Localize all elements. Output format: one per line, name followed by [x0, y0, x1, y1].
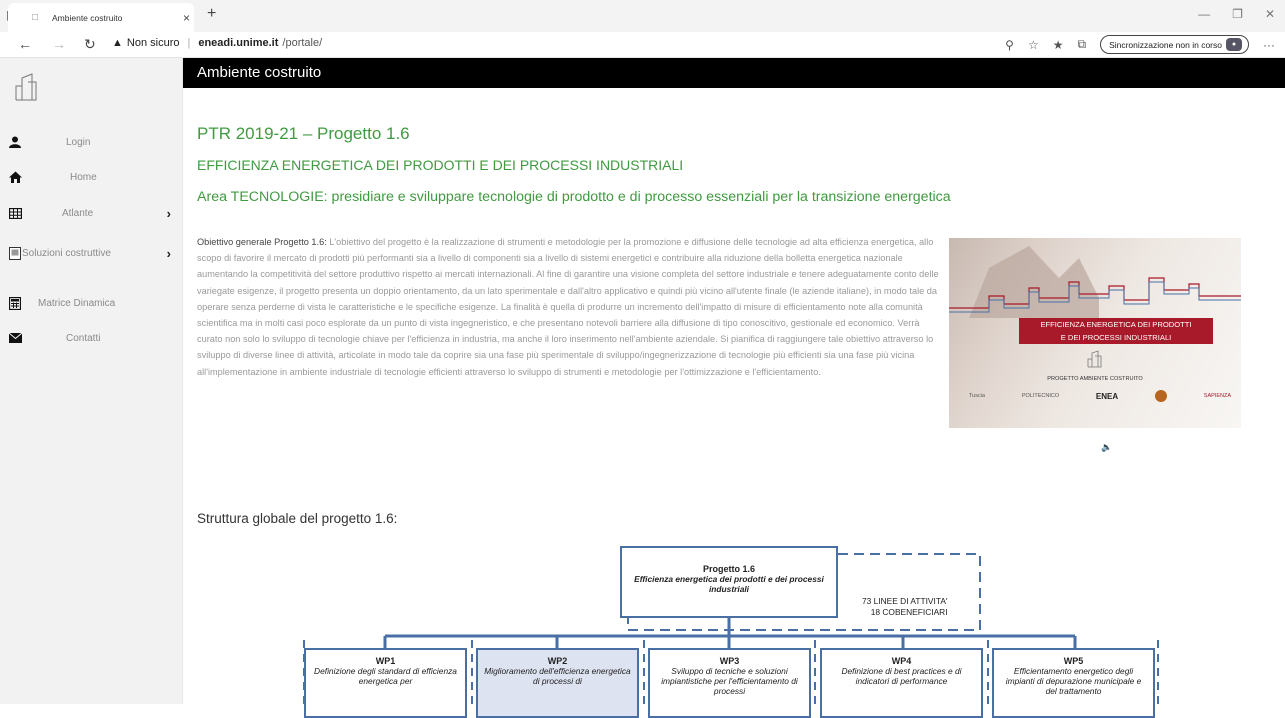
partner-logo: ENEA	[1095, 391, 1119, 401]
sidebar-item-label: Contatti	[66, 332, 101, 344]
chevron-right-icon: ›	[166, 245, 171, 261]
stats-beneficiaries: 18 COBENEFICIARI	[870, 607, 948, 617]
wp-title: WP5	[1063, 656, 1084, 666]
objective-paragraph: Obiettivo generale Progetto 1.6: L'obiet…	[197, 234, 939, 380]
wp-description: Definizione di best practices e di indic…	[841, 666, 962, 686]
url-path: /portale/	[282, 37, 323, 49]
objective-label: Obiettivo generale Progetto 1.6:	[197, 237, 327, 247]
wp-description: Efficientamento energetico degli impiant…	[1005, 666, 1142, 696]
project-image: EFFICIENZA ENERGETICA DEI PRODOTTI E DEI…	[949, 238, 1241, 428]
wp-description: Sviluppo di tecniche e soluzioni impiant…	[661, 666, 798, 696]
partner-logos: Tuscia POLITECNICO ENEA SAPIENZA	[969, 390, 1231, 402]
home-icon	[8, 170, 22, 184]
tab-close-icon[interactable]: ×	[183, 11, 190, 25]
sidebar-item-label: Matrice Dinamica	[38, 297, 116, 309]
envelope-icon	[8, 331, 22, 345]
sidebar-item-contatti[interactable]: Contatti	[0, 328, 183, 348]
profile-avatar: ●	[1226, 38, 1242, 51]
address-bar: ← → ↻ ▲ Non sicuro | eneadi.unime.it/por…	[0, 32, 1285, 58]
wp-description: Miglioramento dell'efficienza energetica…	[484, 666, 631, 686]
project-image-label-line2: E DEI PROCESSI INDUSTRIALI	[1060, 333, 1172, 342]
search-page-icon[interactable]: ⚲	[1005, 38, 1014, 52]
collections-icon[interactable]: ⧉	[1077, 37, 1086, 52]
stats-lines: 73 LINEE DI ATTIVITA'	[862, 596, 948, 606]
sidebar-item-label: Soluzioni costruttive	[22, 247, 111, 259]
favorite-add-icon[interactable]: ☆	[1028, 38, 1039, 52]
restore-icon[interactable]: ❐	[1232, 7, 1243, 21]
structure-title: Struttura globale del progetto 1.6:	[197, 511, 398, 526]
tab-title: Ambiente costruito	[52, 12, 123, 23]
table-icon	[8, 206, 22, 220]
toolbar-icons: ⚲ ☆ ★ ⧉ Sincronizzazione non in corso ● …	[1005, 35, 1275, 54]
close-window-icon[interactable]: ✕	[1265, 7, 1275, 21]
favorites-icon[interactable]: ★	[1053, 38, 1064, 52]
wp-title: WP4	[891, 656, 912, 666]
reload-icon[interactable]: ↻	[84, 36, 96, 53]
user-icon	[8, 135, 22, 149]
partner-logo: Tuscia	[969, 393, 985, 399]
window-controls: — ❐ ✕	[1198, 7, 1275, 21]
sidebar-item-login[interactable]: Login	[0, 132, 183, 152]
browser-tab[interactable]: □ Ambiente costruito ×	[8, 3, 194, 32]
project-area: Area TECNOLOGIE: presidiare e sviluppare…	[197, 189, 951, 205]
wp4-box: WP4 Definizione di best practices e di i…	[820, 648, 983, 718]
building-illustration	[949, 246, 1241, 318]
forward-icon[interactable]: →	[52, 36, 66, 52]
new-tab-button[interactable]: +	[207, 5, 216, 23]
site-logo[interactable]	[14, 72, 40, 102]
sidebar: Login Home Atlante › Soluzioni costrutti…	[0, 58, 183, 704]
sidebar-item-label: Login	[66, 136, 91, 148]
partner-logo: SAPIENZA	[1203, 393, 1231, 399]
sync-label: Sincronizzazione non in corso	[1109, 39, 1222, 50]
not-secure-label: Non sicuro	[126, 37, 180, 49]
page-banner: Ambiente costruito	[183, 58, 1285, 88]
project-image-caption: PROGETTO AMBIENTE COSTRUITO	[1047, 376, 1143, 382]
project-subtitle: EFFICIENZA ENERGETICA DEI PRODOTTI E DEI…	[197, 157, 684, 173]
wp1-box: WP1 Definizione degli standard di effici…	[304, 648, 467, 718]
project-stats: 73 LINEE DI ATTIVITA' 18 COBENEFICIARI	[862, 596, 948, 618]
calculator-icon	[8, 296, 22, 310]
objective-text: L'obiettivo del progetto è la realizzazi…	[197, 237, 939, 377]
sidebar-item-label: Home	[70, 171, 97, 183]
sidebar-item-atlante[interactable]: Atlante ›	[0, 203, 183, 223]
tab-bar: ▣ □ Ambiente costruito × + — ❐ ✕	[0, 0, 1285, 32]
speaker-icon[interactable]: 🔈	[1101, 442, 1112, 453]
minimize-icon[interactable]: —	[1198, 7, 1210, 21]
project-box-title: Progetto 1.6	[702, 564, 755, 574]
sync-button[interactable]: Sincronizzazione non in corso ●	[1100, 35, 1249, 54]
wp-title: WP2	[547, 656, 568, 666]
chevron-right-icon: ›	[166, 205, 171, 221]
wp-title: WP1	[375, 656, 396, 666]
project-image-label: EFFICIENZA ENERGETICA DEI PRODOTTI E DEI…	[1019, 318, 1213, 344]
sidebar-item-home[interactable]: Home	[0, 167, 183, 187]
building-icon	[8, 246, 22, 260]
sidebar-item-matrice[interactable]: Matrice Dinamica	[0, 293, 183, 313]
page-favicon-icon: □	[32, 11, 39, 23]
url-host: eneadi.unime.it	[198, 37, 279, 49]
wp-description: Definizione degli standard di efficienza…	[314, 666, 457, 686]
wp2-box: WP2 Miglioramento dell'efficienza energe…	[476, 648, 639, 718]
warning-icon: ▲	[112, 37, 123, 49]
small-building-icon	[1087, 350, 1102, 368]
project-image-label-line1: EFFICIENZA ENERGETICA DEI PRODOTTI	[1040, 320, 1192, 329]
url-separator: |	[187, 37, 191, 49]
sidebar-item-soluzioni[interactable]: Soluzioni costruttive ›	[0, 243, 183, 263]
back-icon[interactable]: ←	[18, 36, 32, 52]
partner-logo: POLITECNICO	[1021, 393, 1060, 399]
more-menu-icon[interactable]: ···	[1263, 38, 1275, 52]
project-box-subtitle: Efficienza energetica dei prodotti e dei…	[634, 574, 824, 594]
page-title: PTR 2019-21 – Progetto 1.6	[197, 124, 410, 143]
sidebar-item-label: Atlante	[62, 207, 94, 219]
partner-seal-icon	[1154, 390, 1167, 402]
wp-title: WP3	[719, 656, 740, 666]
project-box: Progetto 1.6 Efficienza energetica dei p…	[620, 546, 838, 618]
wp5-box: WP5 Efficientamento energetico degli imp…	[992, 648, 1155, 718]
wp3-box: WP3 Sviluppo di tecniche e soluzioni imp…	[648, 648, 811, 718]
url-field[interactable]: ▲ Non sicuro | eneadi.unime.it/portale/	[112, 37, 322, 49]
